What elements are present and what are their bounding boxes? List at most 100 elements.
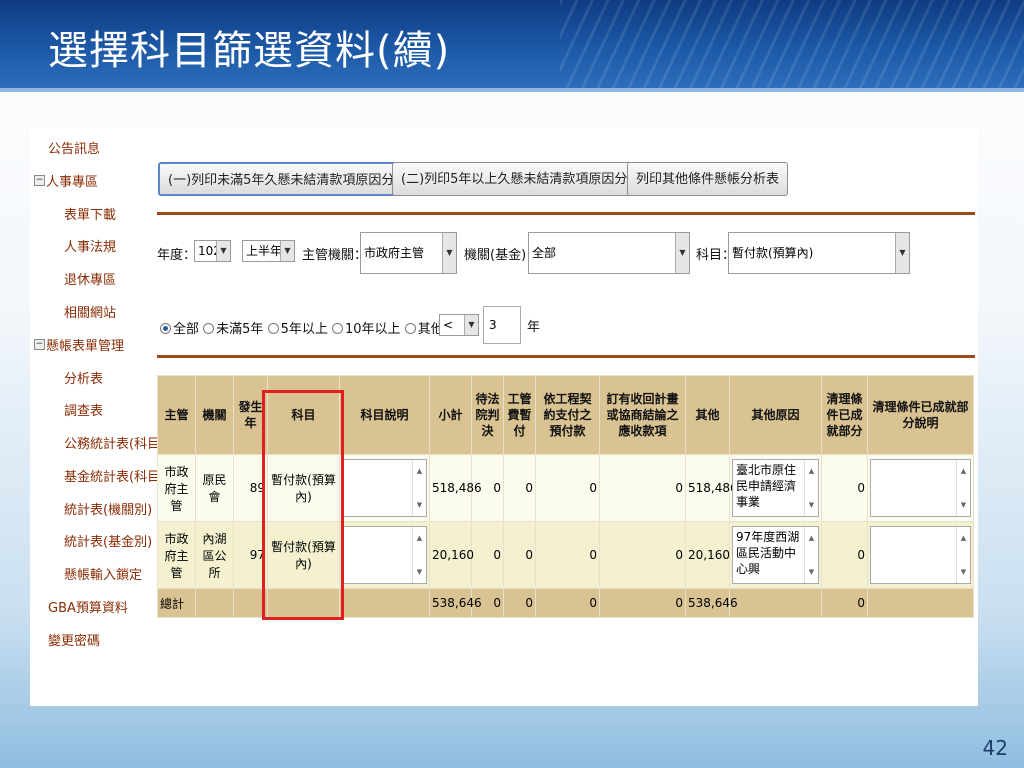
- nav-item[interactable]: 公務統計表(科目): [64, 433, 165, 452]
- org-value: 全部: [532, 246, 557, 260]
- chevron-down-icon: ▼: [442, 233, 456, 273]
- nav-item[interactable]: − 懸帳表單管理: [34, 335, 125, 354]
- scroll-up-icon[interactable]: ▲: [413, 463, 426, 479]
- scrollbar[interactable]: ▲ ▼: [412, 527, 426, 583]
- chevron-down-icon: ▼: [464, 315, 478, 335]
- table-cell: 0: [503, 588, 536, 618]
- nav-item[interactable]: 基金統計表(科目): [64, 466, 165, 485]
- column-header: 小計: [429, 375, 472, 455]
- year-label: 年度：: [157, 248, 197, 263]
- subject-note-textarea[interactable]: ▲ ▼: [342, 526, 427, 584]
- org-select[interactable]: 全部 ▼: [528, 232, 690, 274]
- scrollbar[interactable]: ▲ ▼: [956, 527, 970, 583]
- title-bar-decoration: [560, 0, 1024, 92]
- column-header: 待法院判決: [471, 375, 504, 455]
- nav-item-label: 懸帳輸入鎖定: [64, 568, 143, 583]
- radio-over-10y[interactable]: 10年以上: [332, 322, 401, 337]
- radio-under-5y[interactable]: 未滿5年: [203, 322, 263, 337]
- nav-item[interactable]: 公告訊息: [48, 138, 100, 157]
- table-cell: 20,160: [429, 521, 474, 589]
- subject-select[interactable]: 暫付款(預算內) ▼: [728, 232, 910, 274]
- table-cell: ▲ ▼: [339, 454, 430, 522]
- radio-dot: [404, 323, 416, 334]
- nav-item[interactable]: − 人事專區: [34, 171, 99, 190]
- table-cell: 原民會: [195, 454, 234, 522]
- scroll-down-icon[interactable]: ▼: [805, 564, 818, 580]
- radio-over-5y[interactable]: 5年以上: [267, 322, 328, 337]
- radio-label: 10年以上: [345, 322, 401, 337]
- nav-item[interactable]: 人事法規: [64, 236, 116, 255]
- nav-item[interactable]: 相關網站: [64, 302, 116, 321]
- scroll-down-icon[interactable]: ▼: [413, 564, 426, 580]
- scrollbar[interactable]: ▲ ▼: [956, 460, 970, 516]
- print-other-conditions-button[interactable]: 列印其他條件懸帳分析表: [627, 162, 789, 196]
- other-reason-textarea-text: 臺北市原住民申請經濟事業: [736, 463, 797, 509]
- condition-years-input[interactable]: 3: [483, 306, 521, 344]
- subject-note-textarea[interactable]: ▲ ▼: [342, 459, 427, 517]
- radio-dot: [267, 323, 279, 334]
- nav-item[interactable]: 懸帳輸入鎖定: [64, 564, 142, 583]
- nav-item-label: 統計表(機關別): [64, 503, 153, 518]
- table-cell: 0: [599, 588, 686, 618]
- table-cell: 0: [599, 454, 686, 522]
- slide-title: 選擇科目篩選資料(續): [48, 28, 451, 74]
- scrollbar[interactable]: ▲ ▼: [804, 460, 818, 516]
- done-note-textarea[interactable]: ▲ ▼: [870, 526, 971, 584]
- radio-all[interactable]: 全部: [160, 322, 199, 337]
- page-number: 42: [982, 736, 1008, 760]
- table-cell: ▲ ▼: [867, 521, 974, 589]
- nav-item[interactable]: 調查表: [64, 400, 103, 419]
- nav-item-label: 變更密碼: [48, 634, 101, 649]
- table-cell: [867, 588, 974, 618]
- radio-dot: [332, 323, 343, 334]
- print-analysis-over-5y-button[interactable]: (二)列印5年以上久懸未結清款項原因分析表: [392, 162, 663, 196]
- title-bar: 選擇科目篩選資料(續): [0, 0, 1024, 92]
- nav-item[interactable]: 表單下載: [64, 204, 116, 223]
- radio-label: 全部: [173, 322, 200, 337]
- divider-middle: [157, 355, 975, 358]
- nav-item[interactable]: 分析表: [64, 368, 103, 387]
- scroll-up-icon[interactable]: ▲: [805, 530, 818, 546]
- dept-select[interactable]: 市政府主管 ▼: [360, 232, 457, 274]
- table-cell: 0: [503, 454, 536, 522]
- scroll-up-icon[interactable]: ▲: [957, 530, 970, 546]
- table-cell: 20,160: [685, 521, 730, 589]
- other-reason-textarea[interactable]: 臺北市原住民申請經濟事業 ▲ ▼: [732, 459, 819, 517]
- nav-item-label: 公告訊息: [48, 142, 101, 157]
- other-reason-textarea[interactable]: 97年度西湖區民活動中心興 ▲ ▼: [732, 526, 819, 584]
- scrollbar[interactable]: ▲ ▼: [412, 460, 426, 516]
- subject-column-highlight: [262, 390, 344, 620]
- nav-item-label: 懸帳表單管理: [46, 339, 125, 354]
- scroll-down-icon[interactable]: ▼: [413, 497, 426, 513]
- table-cell: 0: [535, 454, 600, 522]
- column-header: 訂有收回計畫或協商結論之應收款項: [599, 375, 686, 455]
- scroll-up-icon[interactable]: ▲: [413, 530, 426, 546]
- scroll-up-icon[interactable]: ▲: [957, 463, 970, 479]
- scroll-down-icon[interactable]: ▼: [957, 497, 970, 513]
- nav-item[interactable]: 統計表(基金別): [64, 531, 152, 550]
- nav-item-label: 相關網站: [64, 306, 117, 321]
- table-cell: 內湖區公所: [195, 521, 234, 589]
- nav-item[interactable]: GBA預算資料: [48, 597, 128, 616]
- table-cell: 0: [503, 521, 536, 589]
- collapse-toggle-icon[interactable]: −: [34, 339, 45, 350]
- nav-item[interactable]: 退休專區: [64, 269, 116, 288]
- radio-label: 5年以上: [280, 322, 328, 337]
- half-year-select[interactable]: 上半年 ▼: [242, 240, 295, 262]
- print-analysis-under-5y-button[interactable]: (一)列印未滿5年久懸未結清款項原因分析表: [158, 162, 431, 196]
- done-note-textarea[interactable]: ▲ ▼: [870, 459, 971, 517]
- table-cell: 0: [471, 521, 504, 589]
- scrollbar[interactable]: ▲ ▼: [804, 527, 818, 583]
- scroll-down-icon[interactable]: ▼: [957, 564, 970, 580]
- condition-operator-select[interactable]: < ▼: [439, 314, 479, 336]
- scroll-down-icon[interactable]: ▼: [805, 497, 818, 513]
- radio-dot: [203, 323, 215, 334]
- nav-item-label: 人事專區: [46, 175, 99, 190]
- range-radio-group: 全部 未滿5年 5年以上 10年以上 其他條件: [160, 318, 470, 337]
- collapse-toggle-icon[interactable]: −: [34, 175, 45, 186]
- nav-item[interactable]: 變更密碼: [48, 630, 100, 649]
- scroll-up-icon[interactable]: ▲: [805, 463, 818, 479]
- nav-item[interactable]: 統計表(機關別): [64, 499, 152, 518]
- table-cell: 0: [821, 454, 868, 522]
- year-select[interactable]: 102 ▼: [194, 240, 231, 262]
